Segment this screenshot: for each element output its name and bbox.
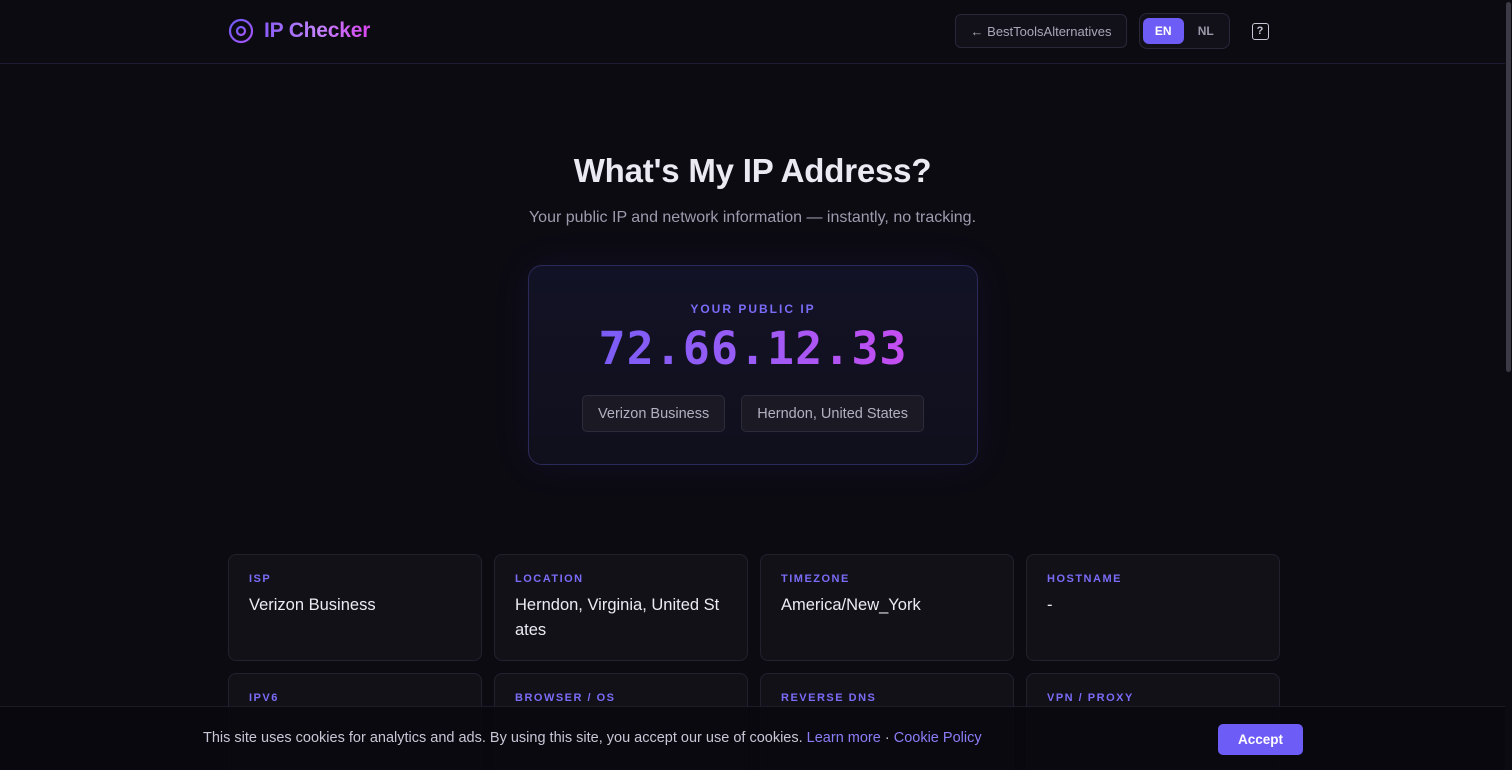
cookie-text: This site uses cookies for analytics and…	[203, 730, 803, 746]
info-card-location: LOCATION Herndon, Virginia, United State…	[494, 554, 748, 661]
public-ip-label: YOUR PUBLIC IP	[690, 302, 816, 316]
brand-name: IP Checker	[264, 19, 371, 42]
help-button[interactable]: ?	[1249, 20, 1271, 42]
cookie-message: This site uses cookies for analytics and…	[203, 730, 982, 746]
info-card-value: Herndon, Virginia, United States	[515, 596, 720, 639]
isp-chip: Verizon Business	[582, 395, 726, 432]
info-card-hostname: HOSTNAME -	[1026, 554, 1280, 661]
language-switcher: EN NL	[1139, 13, 1230, 49]
accept-cookies-button[interactable]: Accept	[1218, 724, 1303, 755]
info-card-label: HOSTNAME	[1047, 573, 1122, 585]
lang-en-button[interactable]: EN	[1143, 18, 1184, 44]
brand-logo-link[interactable]: IP Checker	[228, 17, 370, 45]
top-nav: IP Checker ← BestToolsAlternatives EN NL…	[0, 0, 1505, 64]
page: IP Checker ← BestToolsAlternatives EN NL…	[0, 0, 1512, 770]
info-card-value: -	[1047, 596, 1053, 614]
info-card-timezone: TIMEZONE America/New_York	[760, 554, 1014, 661]
scrollbar-thumb[interactable]	[1506, 2, 1511, 372]
cookie-policy-link[interactable]: Cookie Policy	[894, 730, 982, 746]
info-card-label: TIMEZONE	[781, 573, 850, 585]
cookie-consent-bar: This site uses cookies for analytics and…	[0, 706, 1505, 770]
info-card-label: VPN / PROXY	[1047, 692, 1134, 704]
info-card-isp: ISP Verizon Business	[228, 554, 482, 661]
question-box-icon: ?	[1251, 22, 1269, 40]
info-card-label: LOCATION	[515, 573, 584, 585]
info-card-label: BROWSER / OS	[515, 692, 616, 704]
back-to-besttoolsalternatives-link[interactable]: ← BestToolsAlternatives	[955, 14, 1127, 48]
page-title: What's My IP Address?	[573, 152, 932, 189]
public-ip-value[interactable]: 72.66.12.33	[529, 322, 977, 375]
learn-more-link[interactable]: Learn more	[807, 730, 881, 746]
crosshair-icon	[228, 18, 254, 44]
public-ip-card: YOUR PUBLIC IP 72.66.12.33 Verizon Busin…	[528, 265, 978, 465]
ip-chips: Verizon Business Herndon, United States	[529, 395, 977, 432]
info-card-label: IPV6	[249, 692, 279, 704]
info-card-value: Verizon Business	[249, 596, 376, 614]
page-scrollbar[interactable]	[1505, 0, 1512, 770]
info-card-value: America/New_York	[781, 596, 921, 614]
link-separator: ·	[884, 730, 890, 746]
info-card-label: ISP	[249, 573, 272, 585]
info-card-label: REVERSE DNS	[781, 692, 877, 704]
page-subtitle: Your public IP and network information —…	[528, 209, 977, 226]
lang-nl-button[interactable]: NL	[1186, 18, 1227, 44]
location-chip: Herndon, United States	[741, 395, 924, 432]
